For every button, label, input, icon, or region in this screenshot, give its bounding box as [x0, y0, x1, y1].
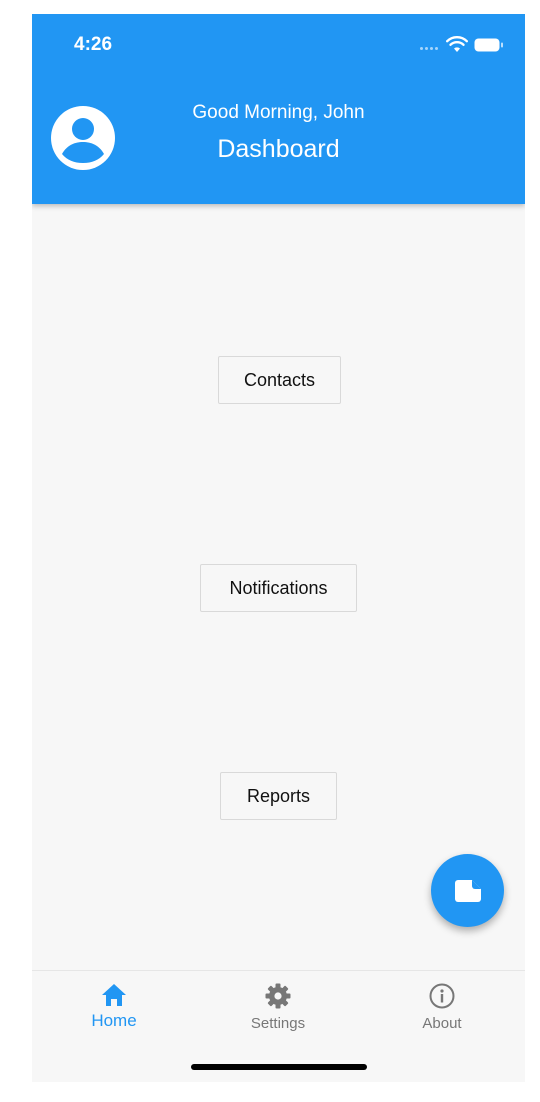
reports-button[interactable]: Reports: [220, 772, 337, 820]
battery-icon: [474, 38, 503, 52]
info-icon: [429, 983, 455, 1009]
nav-item-settings[interactable]: Settings: [218, 983, 338, 1043]
contacts-button[interactable]: Contacts: [218, 356, 341, 404]
app-bar: 4:26 Good Morning, John Dashboard: [32, 14, 525, 204]
floating-action-button[interactable]: [431, 854, 504, 927]
wifi-icon: [446, 36, 468, 52]
greeting-text: Good Morning, John: [192, 102, 365, 123]
signal-icon: [420, 47, 442, 51]
notifications-button[interactable]: Notifications: [200, 564, 357, 612]
note-icon: [454, 879, 481, 902]
home-icon: [102, 984, 126, 1006]
nav-label-home: Home: [91, 1011, 137, 1030]
gear-icon: [265, 983, 291, 1009]
nav-item-home[interactable]: Home: [54, 983, 174, 1043]
app-screen: 4:26 Good Morning, John Dashboard Contac…: [32, 14, 525, 1082]
page-title: Dashboard: [217, 135, 340, 163]
status-time: 4:26: [74, 34, 113, 55]
nav-label-settings: Settings: [250, 1015, 306, 1032]
nav-label-about: About: [422, 1015, 462, 1032]
home-indicator[interactable]: [191, 1064, 367, 1070]
nav-item-about[interactable]: About: [382, 983, 502, 1043]
